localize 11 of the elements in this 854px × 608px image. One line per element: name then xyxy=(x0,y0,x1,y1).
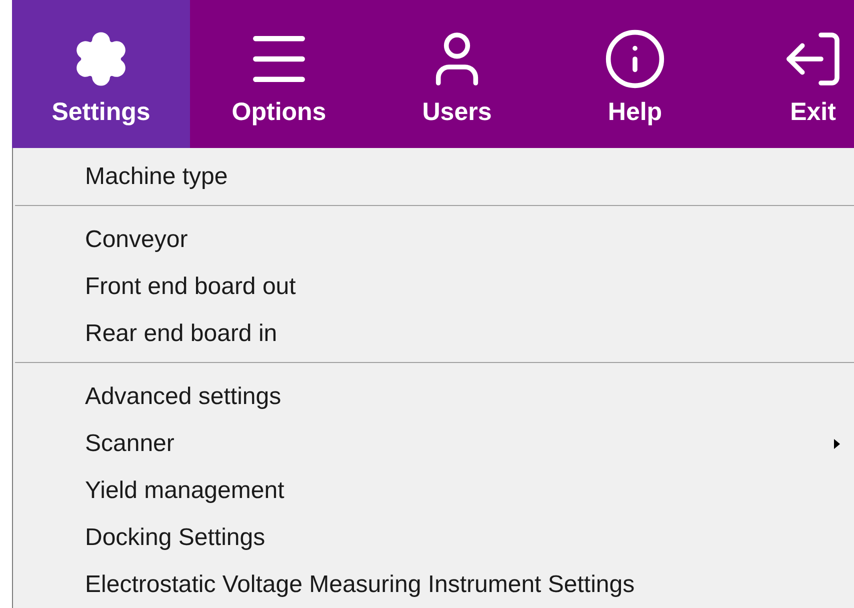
menu-item[interactable]: Conveyor xyxy=(13,216,854,263)
menu-item[interactable]: Yield management xyxy=(13,467,854,514)
menu-item[interactable]: Rear end board in xyxy=(13,310,854,357)
menu-item[interactable]: Front end board out xyxy=(13,263,854,310)
toolbar-button[interactable]: Settings xyxy=(12,0,190,148)
submenu-arrow-icon xyxy=(834,438,840,448)
menu-item[interactable]: Docking Settings xyxy=(13,514,854,561)
menu-item[interactable]: Machine type xyxy=(13,153,854,200)
menu-item[interactable]: Advanced settings xyxy=(13,373,854,420)
menu-item[interactable]: Scanner xyxy=(13,420,854,467)
menu-item[interactable]: Electrostatic Voltage Measuring Instrument Settings xyxy=(13,561,854,608)
